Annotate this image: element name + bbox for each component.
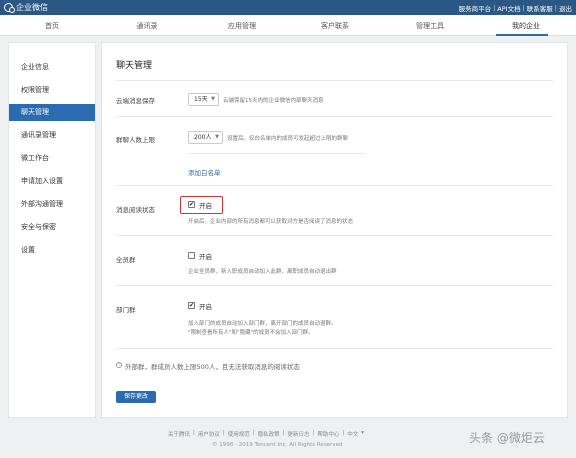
chevron-down-icon: ▾	[361, 430, 365, 436]
read-status-checkbox-label: 开启	[199, 202, 212, 210]
chevron-down-icon: ▼	[215, 134, 219, 140]
sidebar-item-external-communication[interactable]: 外部沟通管理	[9, 196, 95, 213]
app-logo[interactable]: 企业微信	[4, 2, 48, 13]
section-divider	[116, 348, 553, 349]
top-links: 服务商平台 | API文档 | 联系客服 | 退出	[459, 3, 572, 13]
info-icon: !	[116, 362, 122, 368]
footer-link-privacy[interactable]: 隐私政策	[258, 430, 280, 438]
sidebar-item-contacts-management[interactable]: 通讯录管理	[9, 127, 95, 144]
read-status-hint: 开启后，企业内部的所有消息都可以获取对方是否阅读了消息的状态	[188, 219, 354, 225]
sidebar-item-chat-management[interactable]: 聊天管理	[9, 104, 95, 121]
cloud-storage-hint: 云端保留15天内的企业微信内部聊天消息	[223, 98, 324, 104]
logout-link[interactable]: 退出	[559, 3, 572, 13]
save-button[interactable]: 保存更改	[116, 391, 156, 403]
footer-separator: |	[342, 430, 345, 436]
all-staff-group-label: 全员群	[116, 256, 136, 264]
section-divider	[116, 116, 553, 117]
top-separator: |	[554, 4, 557, 12]
add-whitelist-link[interactable]: 添加白名单	[188, 167, 221, 177]
footer-separator: |	[282, 430, 285, 436]
group-limit-value: 200人	[194, 134, 212, 141]
footer-link-help[interactable]: 帮助中心	[317, 430, 339, 438]
footer-links: 关于腾讯 | 用户协议 | 使用规范 | 隐私政策 | 更新日志 | 帮助中心 …	[168, 430, 364, 438]
nav-home[interactable]: 首页	[22, 21, 82, 31]
watermark: 头条 @微炬云	[469, 429, 545, 446]
footer-link-about[interactable]: 关于腾讯	[168, 430, 190, 438]
title-divider	[116, 80, 553, 81]
dept-group-checkbox-label: 开启	[199, 303, 212, 311]
top-separator: |	[522, 4, 525, 12]
nav-app-management[interactable]: 应用管理	[212, 21, 272, 31]
main-nav: 首页 通讯录 应用管理 客户联系 管理工具 我的企业	[0, 15, 576, 36]
footer-separator: |	[193, 430, 195, 436]
footer-separator: |	[222, 430, 225, 436]
footer-link-usage-rules[interactable]: 使用规范	[228, 430, 250, 438]
read-status-checkbox[interactable]: ✔	[188, 201, 195, 208]
footer-link-changelog[interactable]: 更新日志	[288, 430, 310, 438]
footer-copyright: © 1998 - 2019 Tencent Inc. All Rights Re…	[212, 442, 343, 448]
nav-active-indicator	[496, 34, 548, 36]
dept-group-label: 部门群	[116, 306, 136, 314]
page-title: 聊天管理	[116, 61, 153, 71]
section-divider	[116, 185, 553, 186]
sidebar-item-enterprise-info[interactable]: 企业信息	[9, 59, 95, 76]
external-group-note: 外部群，群成员人数上限500人，且无法获取消息的阅读状态	[125, 363, 300, 371]
all-staff-group-checkbox[interactable]	[188, 252, 195, 259]
sidebar-item-micro-workbench[interactable]: 微工作台	[9, 150, 95, 167]
sidebar-item-join-settings[interactable]: 申请加入设置	[9, 173, 95, 190]
all-staff-group-hint: 企业全员群，新入职成员自动加入此群，离职成员自动退出群	[188, 269, 337, 275]
cloud-storage-select[interactable]: 15天 ▼	[188, 93, 219, 106]
chevron-down-icon: ▼	[211, 96, 215, 102]
all-staff-group-checkbox-label: 开启	[199, 253, 212, 261]
wework-logo-icon	[4, 3, 15, 13]
provider-platform-link[interactable]: 服务商平台	[459, 3, 492, 13]
cloud-storage-value: 15天	[194, 96, 208, 103]
sidebar: 企业信息 权限管理 聊天管理 通讯录管理 微工作台 申请加入设置 外部沟通管理 …	[8, 42, 96, 418]
top-bar: 企业微信 服务商平台 | API文档 | 联系客服 | 退出	[0, 0, 576, 15]
footer-language-select[interactable]: 中文	[347, 430, 358, 438]
dept-group-hint-line2: "限制查看所有人"和"隐藏"的成员不会加入部门群。	[188, 330, 314, 336]
dept-group-hint-line1: 加入部门的成员自动加入部门群，离开部门的成员自动退群。	[188, 321, 337, 327]
sidebar-item-permissions[interactable]: 权限管理	[9, 82, 95, 99]
nav-contacts[interactable]: 通讯录	[117, 21, 177, 31]
group-limit-label: 群聊人数上限	[116, 136, 155, 144]
contact-support-link[interactable]: 联系客服	[527, 3, 553, 13]
footer-link-user-agreement[interactable]: 用户协议	[198, 430, 220, 438]
nav-management-tools[interactable]: 管理工具	[400, 21, 460, 31]
cloud-storage-label: 云端消息保存	[116, 97, 155, 105]
sidebar-item-security[interactable]: 安全与保密	[9, 219, 95, 236]
section-divider	[116, 285, 553, 286]
nav-my-enterprise[interactable]: 我的企业	[496, 21, 556, 31]
app-name: 企业微信	[16, 3, 48, 12]
nav-customer-contact[interactable]: 客户联系	[305, 21, 365, 31]
main-panel: 聊天管理 云端消息保存 15天 ▼ 云端保留15天内的企业微信内部聊天消息 群聊…	[101, 42, 568, 418]
group-limit-hint: 设置后，仅白名单内的成员可发起超过上限的群聊	[227, 136, 349, 142]
group-limit-select[interactable]: 200人 ▼	[188, 131, 223, 144]
watermark-text: 头条 @微炬云	[469, 431, 545, 445]
read-status-label: 消息阅读状态	[116, 206, 155, 214]
footer-separator: |	[312, 430, 315, 436]
api-docs-link[interactable]: API文档	[497, 3, 520, 13]
sidebar-item-settings[interactable]: 设置	[9, 242, 95, 259]
whitelist-divider	[188, 153, 366, 154]
top-separator: |	[493, 4, 496, 12]
dept-group-checkbox[interactable]: ✔	[188, 302, 195, 309]
footer-separator: |	[252, 430, 255, 436]
section-divider	[116, 235, 553, 236]
